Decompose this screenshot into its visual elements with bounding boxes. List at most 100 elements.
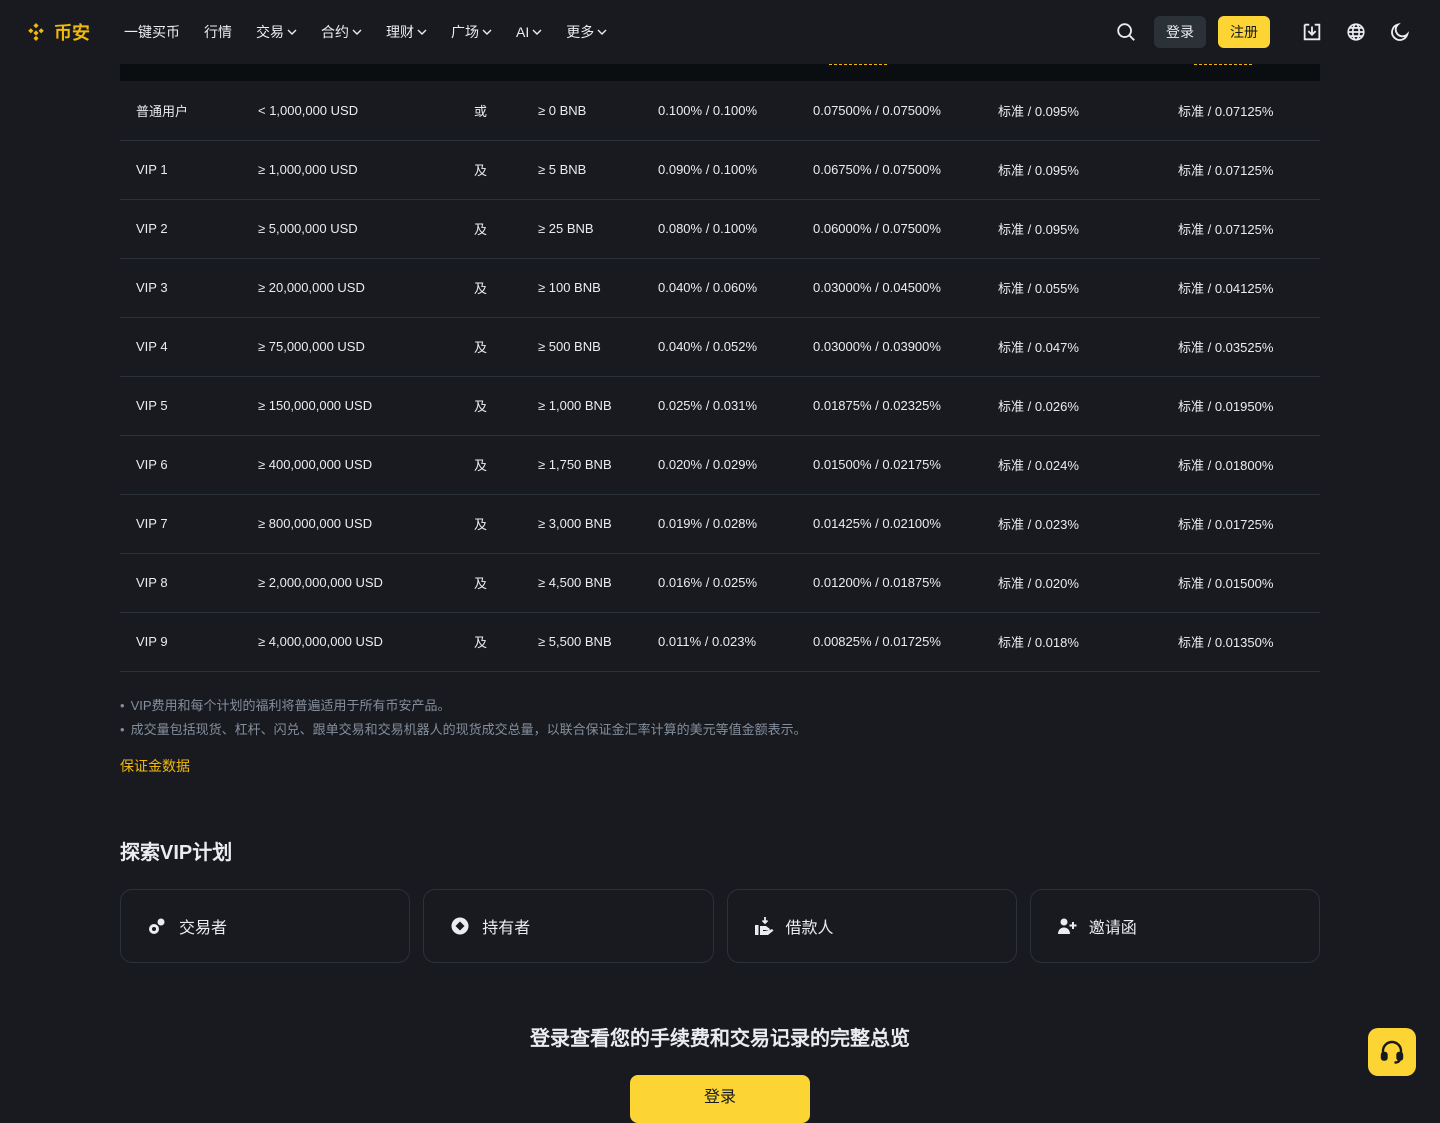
brand-logo[interactable]: 币安 [24, 19, 90, 45]
chevron-down-icon [597, 29, 607, 35]
cell-futures-usdm-fee: 标准 / 0.024% [998, 435, 1178, 495]
cell-bnb-balance: ≥ 100 BNB [538, 258, 658, 318]
cell-trading-volume: ≥ 2,000,000,000 USD [258, 553, 458, 613]
cell-condition: 及 [458, 317, 538, 377]
cell-condition: 及 [458, 258, 538, 318]
nav-item-earn[interactable]: 理财 [374, 22, 439, 42]
margin-data-link[interactable]: 保证金数据 [120, 756, 190, 776]
nav-label: 合约 [321, 24, 349, 40]
support-chat-button[interactable] [1368, 1028, 1416, 1076]
table-row: VIP 1 ≥ 1,000,000 USD 及 ≥ 5 BNB 0.090% / 0.1… [120, 140, 1320, 200]
cell-tier-name: VIP 2 [120, 199, 258, 259]
notes-list: • VIP费用和每个计划的福利将普遍适用于所有币安产品。 • 成交量包括现货、杠杆、… [120, 694, 1320, 742]
cell-condition: 及 [458, 140, 538, 200]
note-item: • 成交量包括现货、杠杆、闪兑、跟单交易和交易机器人的现货成交总量，以联合保证金汇… [120, 718, 1320, 742]
cell-spot-fee-bnb: 0.01200% / 0.01875% [813, 553, 998, 613]
theme-toggle-button[interactable] [1384, 16, 1416, 48]
headset-icon [1380, 1040, 1404, 1064]
note-text: 成交量包括现货、杠杆、闪兑、跟单交易和交易机器人的现货成交总量，以联合保证金汇率… [130, 722, 807, 737]
nav-label: 行情 [204, 24, 232, 40]
chevron-down-icon [287, 29, 297, 35]
cell-futures-coinm-fee: 标准 / 0.01500% [1178, 553, 1320, 613]
card-holder[interactable]: 持有者 [423, 889, 714, 963]
cell-spot-fee-bnb: 0.00825% / 0.01725% [813, 612, 998, 672]
login-button[interactable]: 登录 [1154, 16, 1206, 48]
cell-spot-fee: 0.019% / 0.028% [658, 494, 813, 554]
cell-spot-fee-bnb: 0.01500% / 0.02175% [813, 435, 998, 495]
nav-label: 更多 [566, 24, 595, 40]
cell-bnb-balance: ≥ 3,000 BNB [538, 494, 658, 554]
cell-condition: 及 [458, 435, 538, 495]
cell-tier-name: VIP 5 [120, 376, 258, 436]
cell-spot-fee-bnb: 0.06750% / 0.07500% [813, 140, 998, 200]
nav-item-square[interactable]: 广场 [439, 22, 504, 42]
cell-futures-coinm-fee: 标准 / 0.07125% [1178, 199, 1320, 259]
table-header-strip [120, 64, 1320, 81]
vip-fee-table: 普通用户 < 1,000,000 USD 或 ≥ 0 BNB 0.100% / 0.10… [120, 64, 1320, 672]
cell-spot-fee-bnb: 0.01875% / 0.02325% [813, 376, 998, 436]
cell-trading-volume: ≥ 150,000,000 USD [258, 376, 458, 436]
cell-trading-volume: ≥ 75,000,000 USD [258, 317, 458, 377]
cell-condition: 及 [458, 494, 538, 554]
top-header: 币安 一键买币 行情 交易 合约 理财 广场 AI 更多 登录 注册 [0, 0, 1440, 64]
cell-bnb-balance: ≥ 1,750 BNB [538, 435, 658, 495]
card-borrower[interactable]: 借款人 [726, 889, 1017, 963]
cell-futures-coinm-fee: 标准 / 0.01800% [1178, 435, 1320, 495]
cell-bnb-balance: ≥ 5,500 BNB [538, 612, 658, 672]
cell-bnb-balance: ≥ 500 BNB [538, 317, 658, 377]
borrower-icon [754, 917, 773, 935]
brand-name: 币安 [54, 23, 90, 43]
table-row: VIP 8 ≥ 2,000,000,000 USD 及 ≥ 4,500 BNB 0.01… [120, 553, 1320, 613]
cell-tier-name: VIP 8 [120, 553, 258, 613]
download-button[interactable] [1296, 16, 1328, 48]
nav-label: 交易 [256, 24, 284, 40]
cell-futures-coinm-fee: 标准 / 0.01725% [1178, 494, 1320, 554]
cell-futures-coinm-fee: 标准 / 0.03525% [1178, 317, 1320, 377]
nav-item-markets[interactable]: 行情 [192, 22, 244, 42]
card-trader[interactable]: 交易者 [120, 889, 411, 963]
register-button[interactable]: 注册 [1218, 16, 1270, 48]
cell-bnb-balance: ≥ 5 BNB [538, 140, 658, 200]
cell-spot-fee: 0.100% / 0.100% [658, 81, 813, 141]
cell-trading-volume: < 1,000,000 USD [258, 81, 458, 141]
table-row: VIP 3 ≥ 20,000,000 USD 及 ≥ 100 BNB 0.040% / … [120, 258, 1320, 318]
cell-spot-fee: 0.040% / 0.052% [658, 317, 813, 377]
main-nav: 一键买币 行情 交易 合约 理财 广场 AI 更多 [112, 22, 619, 42]
cell-spot-fee-bnb: 0.03000% / 0.03900% [813, 317, 998, 377]
nav-item-buy-crypto[interactable]: 一键买币 [112, 22, 192, 42]
table-row: VIP 6 ≥ 400,000,000 USD 及 ≥ 1,750 BNB 0.020%… [120, 435, 1320, 495]
nav-item-trade[interactable]: 交易 [244, 22, 309, 42]
login-cta-title: 登录查看您的手续费和交易记录的完整总览 [530, 1028, 910, 1050]
cta-login-button[interactable]: 登录 [630, 1075, 810, 1123]
table-row: VIP 5 ≥ 150,000,000 USD 及 ≥ 1,000 BNB 0.025%… [120, 376, 1320, 436]
cell-spot-fee: 0.011% / 0.023% [658, 612, 813, 672]
cell-futures-usdm-fee: 标准 / 0.026% [998, 376, 1178, 436]
header-link-underline [1194, 64, 1252, 65]
nav-item-ai[interactable]: AI [504, 24, 554, 40]
card-label: 交易者 [179, 920, 228, 937]
cell-trading-volume: ≥ 5,000,000 USD [258, 199, 458, 259]
language-button[interactable] [1340, 16, 1372, 48]
download-icon [1303, 23, 1321, 41]
search-button[interactable] [1110, 16, 1142, 48]
cell-trading-volume: ≥ 20,000,000 USD [258, 258, 458, 318]
nav-item-futures[interactable]: 合约 [309, 22, 374, 42]
cell-condition: 及 [458, 376, 538, 436]
cell-futures-usdm-fee: 标准 / 0.018% [998, 612, 1178, 672]
cell-spot-fee-bnb: 0.03000% / 0.04500% [813, 258, 998, 318]
nav-item-more[interactable]: 更多 [554, 22, 619, 42]
card-label: 持有者 [482, 920, 531, 937]
cell-bnb-balance: ≥ 4,500 BNB [538, 553, 658, 613]
table-row: VIP 9 ≥ 4,000,000,000 USD 及 ≥ 5,500 BNB 0.01… [120, 612, 1320, 672]
card-invitation[interactable]: 邀请函 [1029, 889, 1320, 963]
trader-icon [149, 918, 165, 934]
cell-bnb-balance: ≥ 25 BNB [538, 199, 658, 259]
cell-spot-fee: 0.025% / 0.031% [658, 376, 813, 436]
invite-icon [1057, 918, 1077, 934]
chevron-down-icon [532, 29, 542, 35]
cell-spot-fee: 0.016% / 0.025% [658, 553, 813, 613]
cell-futures-coinm-fee: 标准 / 0.07125% [1178, 81, 1320, 141]
cell-trading-volume: ≥ 1,000,000 USD [258, 140, 458, 200]
cell-spot-fee: 0.080% / 0.100% [658, 199, 813, 259]
table-row: VIP 4 ≥ 75,000,000 USD 及 ≥ 500 BNB 0.040% / … [120, 317, 1320, 377]
